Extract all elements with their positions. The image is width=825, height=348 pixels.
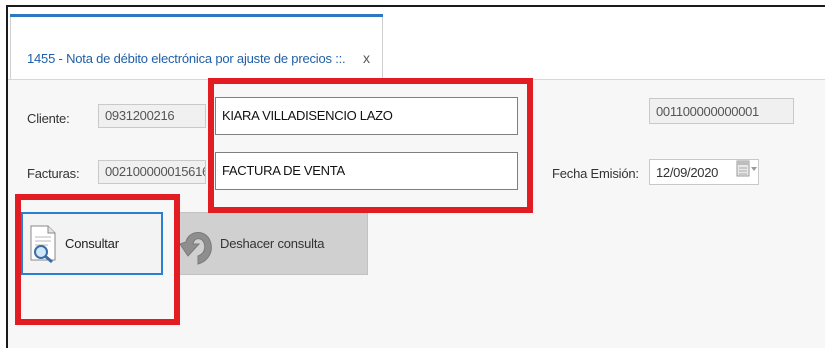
- deshacer-label: Deshacer consulta: [220, 236, 325, 251]
- tab-title: 1455 - Nota de débito electrónica por aj…: [27, 51, 346, 66]
- document-search-icon: [30, 225, 56, 263]
- consultar-label: Consultar: [65, 236, 119, 251]
- consultar-button[interactable]: Consultar: [21, 212, 163, 275]
- calendar-dropdown[interactable]: [736, 160, 758, 181]
- factura-type-field[interactable]: FACTURA DE VENTA: [215, 152, 518, 190]
- deshacer-consulta-button[interactable]: Deshacer consulta: [175, 212, 368, 275]
- cliente-id-field[interactable]: 0931200216: [98, 104, 206, 128]
- fecha-emision-label: Fecha Emisión:: [552, 166, 639, 181]
- undo-arrow-icon: [179, 231, 212, 265]
- chevron-down-icon: [751, 167, 757, 171]
- cliente-label: Cliente:: [27, 111, 70, 126]
- calendar-icon[interactable]: [736, 160, 758, 178]
- tab-active-indicator: [10, 14, 383, 17]
- cliente-name-field[interactable]: KIARA VILLADISENCIO LAZO: [215, 97, 518, 135]
- close-icon[interactable]: x: [363, 50, 370, 66]
- tab-strip: 1455 - Nota de débito electrónica por aj…: [8, 7, 825, 80]
- document-number-field[interactable]: 001100000000001: [649, 98, 794, 124]
- tab-nota-debito[interactable]: 1455 - Nota de débito electrónica por aj…: [10, 14, 383, 79]
- factura-number-field[interactable]: 002100000015616: [98, 160, 206, 184]
- facturas-label: Facturas:: [27, 166, 80, 181]
